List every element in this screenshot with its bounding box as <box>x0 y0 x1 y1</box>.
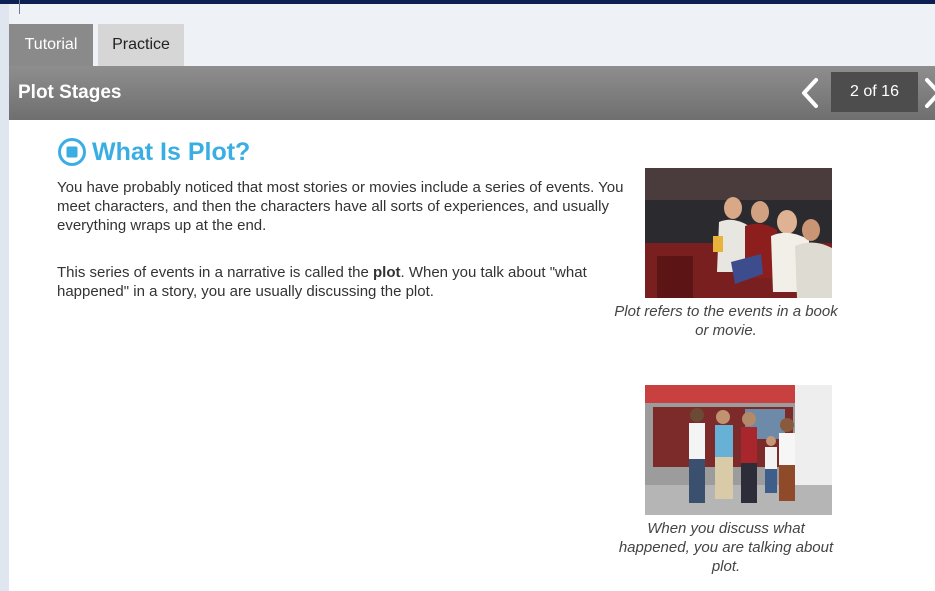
chevron-left-icon <box>802 78 818 108</box>
figure-movie-audience: Plot refers to the events in a book or m… <box>613 168 839 340</box>
lesson-title: Plot Stages <box>18 82 122 103</box>
next-page-button[interactable] <box>921 75 935 111</box>
figure-caption: Plot refers to the events in a book or m… <box>614 303 838 339</box>
paragraph-text: This series of events in a narrative is … <box>57 264 373 281</box>
key-term-plot: plot <box>372 264 401 281</box>
left-rail <box>0 4 9 591</box>
lesson-header: Plot Stages 2 of 16 <box>9 66 935 120</box>
tab-practice[interactable]: Practice <box>98 24 184 66</box>
top-border <box>0 0 935 4</box>
figure-people-talking: When you discuss what happened, you are … <box>613 385 839 576</box>
people-talking-photo <box>645 385 832 515</box>
page-counter: 2 of 16 <box>831 72 918 112</box>
previous-page-button[interactable] <box>794 75 828 111</box>
chevron-right-icon <box>925 78 935 108</box>
tab-tutorial[interactable]: Tutorial <box>9 24 93 66</box>
top-border-tick <box>19 0 20 14</box>
body-paragraph: You have probably noticed that most stor… <box>57 179 624 234</box>
figure-caption: When you discuss what happened, you are … <box>618 520 834 575</box>
stop-circle-icon <box>58 138 86 166</box>
lesson-content: What Is Plot? You have probably noticed … <box>9 120 935 591</box>
movie-audience-photo <box>645 168 832 298</box>
body-paragraph: This series of events in a narrative is … <box>57 263 629 301</box>
section-title: What Is Plot? <box>92 138 251 166</box>
